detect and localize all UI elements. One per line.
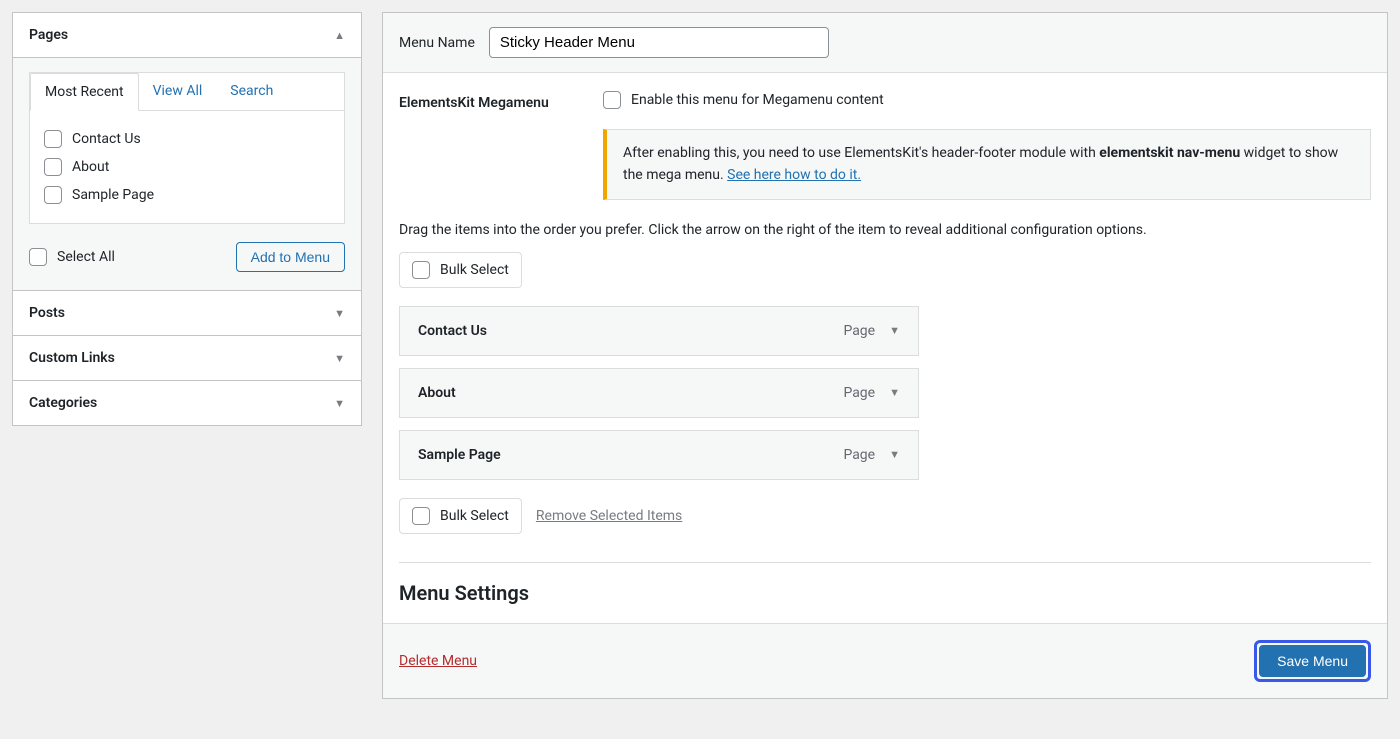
checkbox-select-all[interactable] <box>29 248 47 266</box>
list-item: Contact Us <box>44 125 330 153</box>
bulk-select-top[interactable]: Bulk Select <box>399 252 522 288</box>
menu-settings-heading: Menu Settings <box>399 562 1371 605</box>
enable-megamenu-text: Enable this menu for Megamenu content <box>631 92 884 108</box>
chevron-down-icon: ▼ <box>334 307 345 320</box>
menu-item-name: Sample Page <box>418 447 501 463</box>
select-all-label: Select All <box>57 249 115 265</box>
checkbox-bulk-select-top[interactable] <box>412 261 430 279</box>
acc-posts-header[interactable]: Posts ▼ <box>13 290 361 335</box>
list-item: Sample Page <box>44 181 330 209</box>
menu-item[interactable]: Contact Us Page ▼ <box>399 306 919 356</box>
page-label: Contact Us <box>72 131 141 147</box>
bulk-select-bottom[interactable]: Bulk Select <box>399 498 522 534</box>
chevron-up-icon: ▲ <box>334 29 345 42</box>
acc-custom-links-title: Custom Links <box>29 350 115 366</box>
acc-categories-title: Categories <box>29 395 97 411</box>
menu-item[interactable]: About Page ▼ <box>399 368 919 418</box>
checkbox-sample-page[interactable] <box>44 186 62 204</box>
bulk-select-label: Bulk Select <box>440 508 509 524</box>
acc-custom-links-header[interactable]: Custom Links ▼ <box>13 335 361 380</box>
menu-name-label: Menu Name <box>399 35 475 51</box>
megamenu-notice: After enabling this, you need to use Ele… <box>603 129 1371 200</box>
checkbox-enable-megamenu[interactable] <box>603 91 621 109</box>
checkbox-bulk-select-bottom[interactable] <box>412 507 430 525</box>
menu-item[interactable]: Sample Page Page ▼ <box>399 430 919 480</box>
remove-selected-link[interactable]: Remove Selected Items <box>536 508 682 524</box>
delete-menu-link[interactable]: Delete Menu <box>399 653 477 669</box>
notice-bold: elementskit nav-menu <box>1099 145 1240 161</box>
chevron-down-icon[interactable]: ▼ <box>889 448 900 461</box>
menu-name-input[interactable] <box>489 27 829 58</box>
save-menu-button[interactable]: Save Menu <box>1259 645 1366 677</box>
menu-item-name: About <box>418 385 456 401</box>
checkbox-contact-us[interactable] <box>44 130 62 148</box>
acc-categories-header[interactable]: Categories ▼ <box>13 380 361 425</box>
bulk-select-label: Bulk Select <box>440 262 509 278</box>
save-menu-highlight: Save Menu <box>1254 640 1371 682</box>
list-item: About <box>44 153 330 181</box>
drag-instructions: Drag the items into the order you prefer… <box>399 222 1371 238</box>
acc-pages-title: Pages <box>29 27 68 43</box>
elementskit-megamenu-label: ElementsKit Megamenu <box>399 91 589 111</box>
chevron-down-icon: ▼ <box>334 397 345 410</box>
menu-item-type: Page <box>843 385 875 401</box>
acc-pages-header[interactable]: Pages ▲ <box>13 13 361 57</box>
page-label: Sample Page <box>72 187 154 203</box>
notice-link[interactable]: See here how to do it. <box>727 167 861 183</box>
menu-item-type: Page <box>843 447 875 463</box>
checkbox-about[interactable] <box>44 158 62 176</box>
menu-item-name: Contact Us <box>418 323 487 339</box>
tab-most-recent[interactable]: Most Recent <box>30 73 139 111</box>
notice-text-a: After enabling this, you need to use Ele… <box>623 145 1099 161</box>
add-to-menu-button[interactable]: Add to Menu <box>236 242 345 272</box>
chevron-down-icon[interactable]: ▼ <box>889 324 900 337</box>
acc-posts-title: Posts <box>29 305 65 321</box>
menu-item-type: Page <box>843 323 875 339</box>
page-label: About <box>72 159 109 175</box>
chevron-down-icon: ▼ <box>334 352 345 365</box>
tab-search[interactable]: Search <box>216 73 287 110</box>
tab-view-all[interactable]: View All <box>139 73 217 110</box>
chevron-down-icon[interactable]: ▼ <box>889 386 900 399</box>
